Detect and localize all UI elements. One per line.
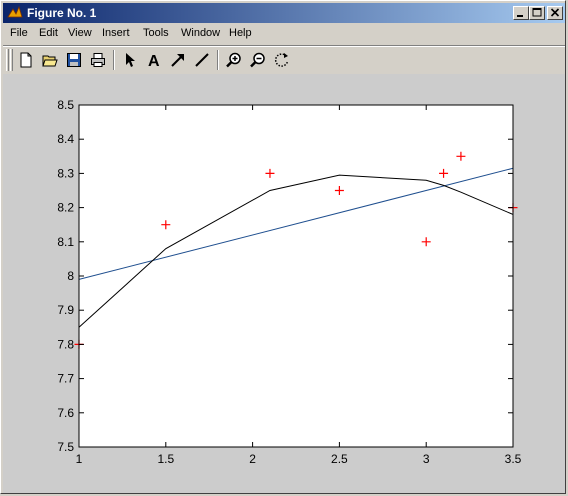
svg-text:A: A xyxy=(148,53,160,68)
print-icon xyxy=(91,53,105,67)
y-tick-label: 8 xyxy=(67,269,74,283)
zoom-out-icon xyxy=(250,52,265,68)
x-tick-label: 1.5 xyxy=(157,452,174,466)
y-tick-label: 8.2 xyxy=(57,201,74,215)
x-tick-label: 3.5 xyxy=(505,452,522,466)
new-file-icon xyxy=(20,52,32,68)
arrow-icon xyxy=(171,54,184,67)
y-tick-label: 7.8 xyxy=(57,337,74,351)
y-tick-label: 7.5 xyxy=(57,440,74,454)
matlab-logo-icon xyxy=(7,5,23,18)
toolbar: A xyxy=(3,45,565,74)
close-icon xyxy=(550,8,560,17)
zoom-in-icon xyxy=(226,52,241,68)
y-tick-label: 8.1 xyxy=(57,235,74,249)
figure-canvas: 1 1.5 2 2.5 3 3.5 7.5 7.6 7.7 7.8 7.9 8 8.1 8.2 8.3 8.4… xyxy=(3,74,565,493)
window-title: Figure No. 1 xyxy=(27,6,97,20)
zoom-in-button[interactable] xyxy=(223,50,245,70)
minimize-button[interactable] xyxy=(513,6,529,20)
y-tick-label: 7.7 xyxy=(57,372,74,386)
x-tick-label: 3 xyxy=(423,452,430,466)
maximize-button[interactable] xyxy=(529,6,545,20)
toolbar-separator xyxy=(113,50,115,70)
figure-window: Figure No. 1 File Edit View Insert Tools… xyxy=(0,0,566,494)
menu-bar: File Edit View Insert Tools Window Help xyxy=(3,23,565,43)
menu-edit[interactable]: Edit xyxy=(39,26,58,40)
select-arrow-icon xyxy=(126,53,135,67)
zoom-out-button[interactable] xyxy=(247,50,269,70)
close-button[interactable] xyxy=(547,6,563,20)
print-button[interactable] xyxy=(87,50,109,70)
rotate-button[interactable] xyxy=(271,50,293,70)
menu-window[interactable]: Window xyxy=(181,26,220,40)
y-tick-label: 8.4 xyxy=(57,132,74,146)
insert-arrow-button[interactable] xyxy=(167,50,189,70)
x-tick-label: 2.5 xyxy=(331,452,348,466)
x-tick-label: 1 xyxy=(76,452,83,466)
toolbar-separator xyxy=(217,50,219,70)
x-tick-label: 2 xyxy=(249,452,256,466)
save-icon xyxy=(67,53,81,67)
maximize-icon xyxy=(532,8,542,17)
y-tick-label: 7.9 xyxy=(57,303,74,317)
menu-help[interactable]: Help xyxy=(229,26,252,40)
y-tick-label: 8.5 xyxy=(57,98,74,112)
y-tick-label: 7.6 xyxy=(57,406,74,420)
select-button[interactable] xyxy=(119,50,141,70)
open-file-button[interactable] xyxy=(39,50,61,70)
rotate-icon xyxy=(274,53,289,67)
minimize-icon xyxy=(517,15,523,17)
text-icon: A xyxy=(148,53,160,68)
menu-tools[interactable]: Tools xyxy=(143,26,169,40)
new-file-button[interactable] xyxy=(15,50,37,70)
line-icon xyxy=(195,53,209,67)
y-tick-label: 8.3 xyxy=(57,166,74,180)
toolbar-grip[interactable] xyxy=(10,49,13,71)
save-button[interactable] xyxy=(63,50,85,70)
open-folder-icon xyxy=(42,55,58,67)
insert-line-button[interactable] xyxy=(191,50,213,70)
menu-view[interactable]: View xyxy=(68,26,92,40)
axes-background xyxy=(79,105,513,447)
toolbar-grip[interactable] xyxy=(6,49,9,71)
menu-file[interactable]: File xyxy=(10,26,28,40)
menu-insert[interactable]: Insert xyxy=(102,26,130,40)
plot-area: 1 1.5 2 2.5 3 3.5 7.5 7.6 7.7 7.8 7.9 8 8.1 8.2 8.3 8.4… xyxy=(57,98,522,466)
title-bar[interactable]: Figure No. 1 xyxy=(3,3,565,23)
insert-text-button[interactable]: A xyxy=(143,50,165,70)
